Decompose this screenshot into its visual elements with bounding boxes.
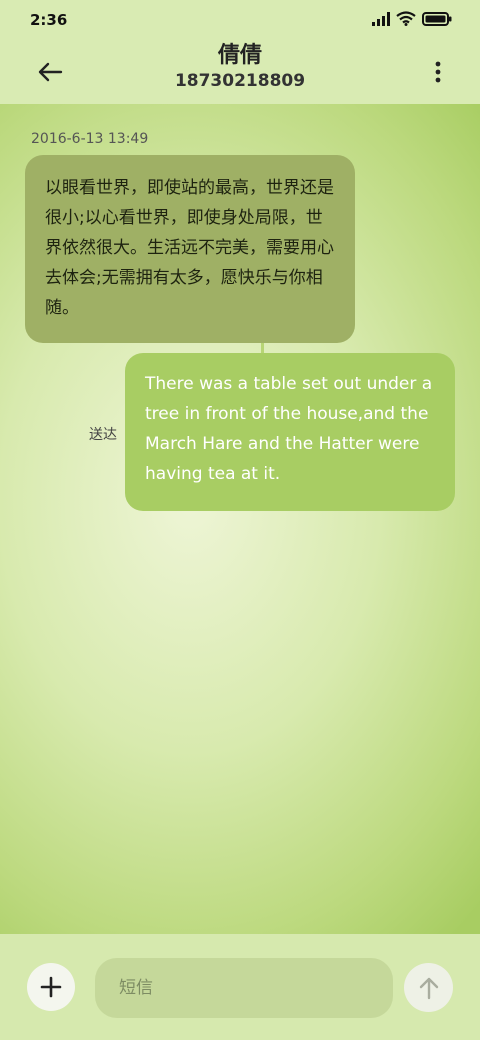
status-bar: 2:36: [0, 0, 480, 40]
bubble-connector: [261, 343, 264, 353]
contact-number: 18730218809: [174, 71, 306, 91]
outgoing-message-bubble[interactable]: There was a table set out under a tree i…: [125, 353, 455, 511]
add-attachment-button[interactable]: [27, 963, 75, 1011]
status-icons: [372, 10, 452, 30]
wifi-icon: [396, 10, 416, 30]
send-button[interactable]: [404, 963, 453, 1012]
sms-input[interactable]: [95, 958, 393, 1018]
status-time: 2:36: [30, 11, 68, 29]
composer-bar: [0, 934, 480, 1040]
more-vertical-icon: [435, 61, 441, 83]
contact-name: 倩倩: [217, 43, 262, 68]
back-button[interactable]: [30, 52, 70, 92]
incoming-message-bubble[interactable]: 以眼看世界，即使站的最高，世界还是很小;以心看世界，即使身处局限，世界依然很大。…: [25, 155, 355, 343]
battery-icon: [422, 11, 452, 30]
message-timestamp: 2016-6-13 13:49: [31, 131, 149, 147]
arrow-left-icon: [38, 62, 63, 82]
plus-icon: [40, 976, 62, 998]
conversation-header: 倩倩 18730218809: [0, 40, 480, 104]
more-options-button[interactable]: [426, 52, 450, 92]
contact-title-block: 倩倩 18730218809: [0, 40, 480, 92]
signal-icon: [372, 11, 390, 30]
arrow-up-icon: [419, 977, 438, 999]
delivery-status: 送达: [89, 427, 117, 443]
